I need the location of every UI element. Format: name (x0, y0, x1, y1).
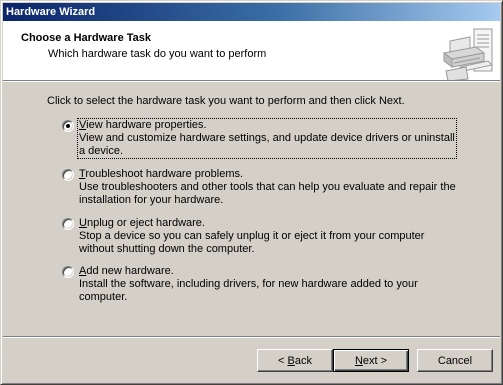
back-button-prefix: < (278, 354, 288, 367)
option-label[interactable]: Troubleshoot hardware problems. (79, 168, 457, 181)
option-label[interactable]: Unplug or eject hardware. (79, 217, 457, 230)
option-label[interactable]: View hardware properties. (79, 119, 455, 132)
radio-unplug-eject-hardware[interactable] (62, 218, 74, 230)
option-label[interactable]: Add new hardware. (79, 265, 457, 278)
header-subtitle: Which hardware task do you want to perfo… (48, 48, 267, 60)
next-button-label: ext > (362, 354, 388, 367)
option-description: Use troubleshooters and other tools that… (79, 181, 456, 206)
option-accelerator: U (79, 217, 87, 229)
title-bar[interactable]: Hardware Wizard (3, 3, 500, 21)
next-button-accelerator: N (354, 354, 363, 367)
cancel-button[interactable]: Cancel (417, 349, 493, 372)
radio-troubleshoot-hardware[interactable] (62, 169, 74, 181)
hardware-printer-icon (442, 28, 494, 81)
back-button-accelerator: B (287, 354, 295, 367)
instruction-text: Click to select the hardware task you wa… (47, 95, 405, 107)
hardware-wizard-window: Hardware Wizard Choose a Hardware Task W… (0, 0, 503, 385)
radio-view-hardware-properties[interactable] (62, 120, 74, 132)
header-title: Choose a Hardware Task (21, 32, 152, 44)
radio-add-new-hardware[interactable] (62, 266, 74, 278)
back-button-label: ack (294, 354, 312, 367)
header-separator (3, 80, 500, 82)
footer-separator (3, 336, 500, 338)
wizard-header: Choose a Hardware Task Which hardware ta… (3, 21, 500, 81)
focus-rectangle: View hardware properties. View and custo… (77, 118, 457, 159)
option-label-text: iew hardware properties. (86, 119, 207, 131)
option-label-text: dd new hardware. (86, 265, 174, 277)
option-description: Stop a device so you can safely unplug i… (79, 230, 425, 255)
next-button[interactable]: Next > (333, 349, 409, 372)
option-description: Install the software, including drivers,… (79, 278, 418, 303)
option-description: View and customize hardware settings, an… (79, 132, 455, 157)
option-label-text: nplug or eject hardware. (86, 217, 205, 229)
radio-selected-dot (66, 124, 70, 128)
option-label-text: roubleshoot hardware problems. (85, 168, 244, 180)
back-button[interactable]: < Back (257, 349, 333, 372)
window-title: Hardware Wizard (6, 6, 96, 18)
